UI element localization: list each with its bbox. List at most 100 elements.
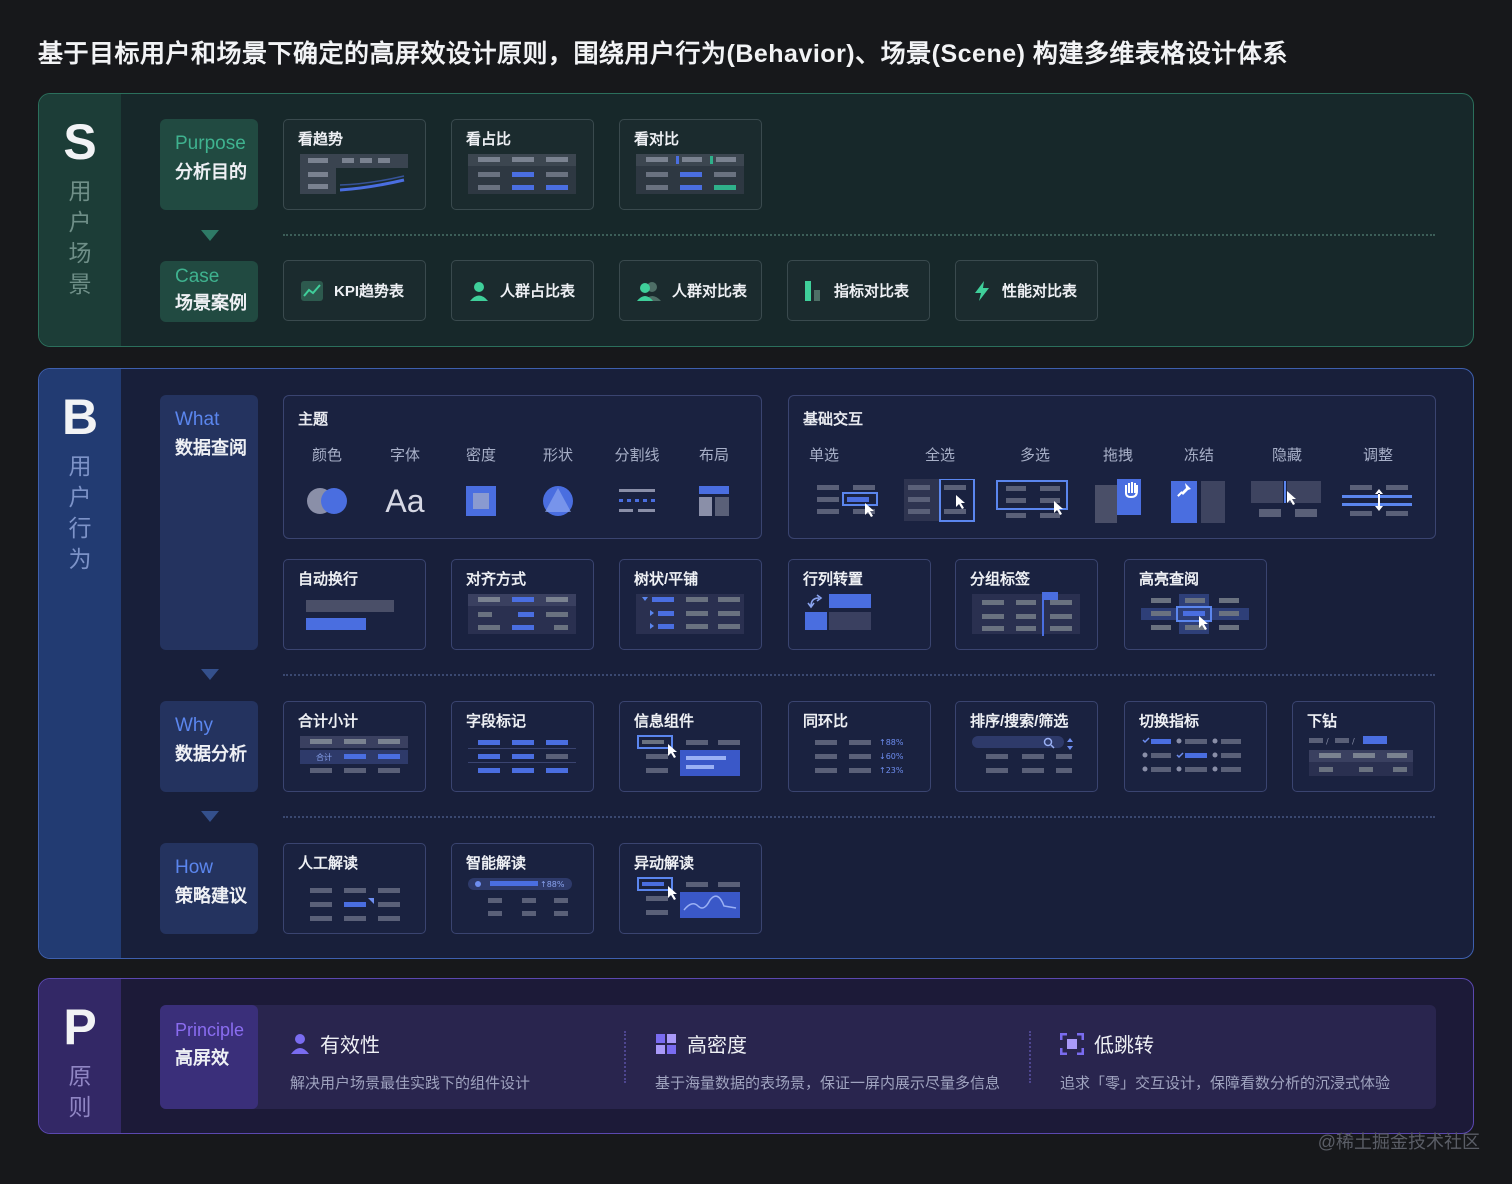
card-transpose[interactable]: 行列转置	[788, 559, 931, 650]
theme-item-label: 形状	[542, 447, 573, 464]
card-yoy[interactable]: 同环比 ↑88% ↓60% ↑23%	[788, 701, 931, 792]
interaction-hide[interactable]: 隐藏	[1251, 444, 1323, 528]
interaction-label: 多选	[1019, 447, 1050, 464]
card-compare[interactable]: 看对比	[619, 119, 762, 210]
interaction-select-all[interactable]: 全选	[904, 444, 976, 528]
interaction-label: 单选	[809, 447, 840, 464]
case-perf-compare[interactable]: 性能对比表	[955, 260, 1098, 321]
principle-item-effectiveness: 有效性 解决用户场景最佳实践下的组件设计	[290, 1029, 530, 1093]
interaction-label: 隐藏	[1271, 447, 1302, 464]
card-sort-search-filter[interactable]: 排序/搜索/筛选	[955, 701, 1098, 792]
card-label: 高亮查阅	[1139, 571, 1200, 588]
purpose-en: Purpose	[175, 133, 246, 154]
case-crowd-compare[interactable]: 人群对比表	[619, 260, 762, 321]
field-mark-icon	[468, 740, 576, 773]
theme-item-label: 颜色	[311, 447, 342, 464]
interaction-panel: 基础交互 单选 全选 多选 拖拽 冻结 隐藏 调整	[788, 395, 1436, 539]
theme-font[interactable]: 字体 Aa	[370, 444, 440, 521]
compare-table-icon	[636, 154, 744, 194]
section-behavior: B 用户行为 What 数据查阅 Why 数据分析 How 策略建议 主题 颜色…	[38, 368, 1474, 959]
pct-text: 88%	[886, 738, 904, 747]
card-smart-insight[interactable]: 智能解读 ↑88%	[451, 843, 594, 934]
theme-color[interactable]: 颜色	[292, 444, 362, 521]
case-label: 人群占比表	[500, 283, 576, 300]
principle-item-density: 高密度 基于海量数据的表场景，保证一屏内展示尽量多信息	[655, 1029, 1000, 1093]
card-tree-flat[interactable]: 树状/平铺	[619, 559, 762, 650]
people-icon	[637, 281, 661, 301]
card-alignment[interactable]: 对齐方式	[451, 559, 594, 650]
card-trend[interactable]: 看趋势	[283, 119, 426, 210]
info-widget-icon	[637, 735, 740, 776]
principle-desc: 基于海量数据的表场景，保证一屏内展示尽量多信息	[655, 1075, 1001, 1092]
color-circles-icon	[307, 488, 347, 514]
hide-column-icon	[1251, 481, 1321, 517]
card-drilldown[interactable]: 下钻 / /	[1292, 701, 1435, 792]
card-label: 排序/搜索/筛选	[970, 713, 1069, 730]
card-label: 对齐方式	[466, 571, 527, 588]
interaction-adjust[interactable]: 调整	[1342, 444, 1414, 528]
scene-letter: S	[63, 114, 97, 170]
anomaly-insight-icon	[637, 877, 740, 918]
principle-divider	[1029, 1031, 1031, 1083]
case-crowd-ratio[interactable]: 人群占比表	[451, 260, 594, 321]
subtotal-icon: 合计	[300, 736, 408, 773]
theme-item-label: 密度	[465, 447, 496, 464]
card-anomaly-insight[interactable]: 异动解读	[619, 843, 762, 934]
svg-text:↑23%: ↑23%	[879, 766, 904, 775]
interaction-label: 全选	[924, 447, 955, 464]
principle-cn: 高屏效	[175, 1048, 229, 1068]
shape-icon	[543, 486, 573, 516]
card-label: 分组标签	[970, 571, 1031, 588]
theme-item-label: 字体	[389, 447, 420, 464]
theme-shape[interactable]: 形状	[523, 444, 593, 521]
section-principle: P 原则 Principle 高屏效 有效性 解决用户场景最佳实践下的组件设计 …	[38, 978, 1474, 1134]
card-subtotal[interactable]: 合计小计 合计	[283, 701, 426, 792]
section-scene: S 用户场景 Purpose 分析目的 Case 场景案例 看趋势 看占比 看对…	[38, 93, 1474, 347]
case-label: 人群对比表	[672, 283, 748, 300]
how-cn: 策略建议	[175, 886, 247, 906]
drag-hand-icon	[1095, 479, 1141, 523]
pct-text: 88%	[547, 880, 565, 889]
interaction-drag[interactable]: 拖拽	[1093, 444, 1143, 528]
card-group-tag[interactable]: 分组标签	[955, 559, 1098, 650]
font-sample: Aa	[385, 482, 425, 519]
card-label: 信息组件	[634, 713, 695, 730]
card-info-widget[interactable]: 信息组件	[619, 701, 762, 792]
arrow-down-icon	[201, 669, 219, 680]
card-label: 树状/平铺	[634, 571, 699, 588]
card-label: 下钻	[1307, 713, 1338, 730]
density-square-icon	[466, 486, 496, 516]
group-tag-icon	[972, 592, 1080, 636]
card-highlight[interactable]: 高亮查阅	[1124, 559, 1267, 650]
theme-divider[interactable]: 分割线	[602, 444, 672, 521]
interaction-freeze[interactable]: 冻结	[1171, 444, 1227, 528]
card-auto-wrap[interactable]: 自动换行	[283, 559, 426, 650]
theme-layout[interactable]: 布局	[679, 444, 749, 521]
principle-sidebar: P 原则	[39, 979, 121, 1133]
card-switch-metric[interactable]: 切换指标	[1124, 701, 1267, 792]
single-select-icon	[817, 485, 878, 517]
card-ratio[interactable]: 看占比	[451, 119, 594, 210]
card-label: 智能解读	[466, 855, 527, 872]
svg-text:↓60%: ↓60%	[879, 752, 904, 761]
trend-chart-icon	[301, 280, 323, 301]
lightning-icon	[975, 280, 989, 301]
card-label: 异动解读	[634, 855, 695, 872]
theme-density[interactable]: 密度	[446, 444, 516, 521]
why-cn: 数据分析	[175, 744, 247, 764]
card-field-mark[interactable]: 字段标记	[451, 701, 594, 792]
principle-desc: 追求「零」交互设计，保障看数分析的沉浸式体验	[1060, 1075, 1391, 1092]
case-metric-compare[interactable]: 指标对比表	[787, 260, 930, 321]
behavior-divider	[283, 674, 1435, 676]
scene-divider	[283, 234, 1435, 236]
interaction-title: 基础交互	[803, 411, 864, 428]
card-manual-insight[interactable]: 人工解读	[283, 843, 426, 934]
interaction-multi-select[interactable]: 多选	[996, 444, 1070, 528]
freeze-pin-icon	[1171, 481, 1225, 523]
case-kpi-trend[interactable]: KPI趋势表	[283, 260, 426, 321]
interaction-single-select[interactable]: 单选	[809, 444, 881, 528]
switch-metric-icon	[1142, 737, 1241, 772]
principle-letter: P	[63, 999, 97, 1055]
grid-icon	[656, 1033, 676, 1054]
how-en: How	[175, 857, 214, 878]
